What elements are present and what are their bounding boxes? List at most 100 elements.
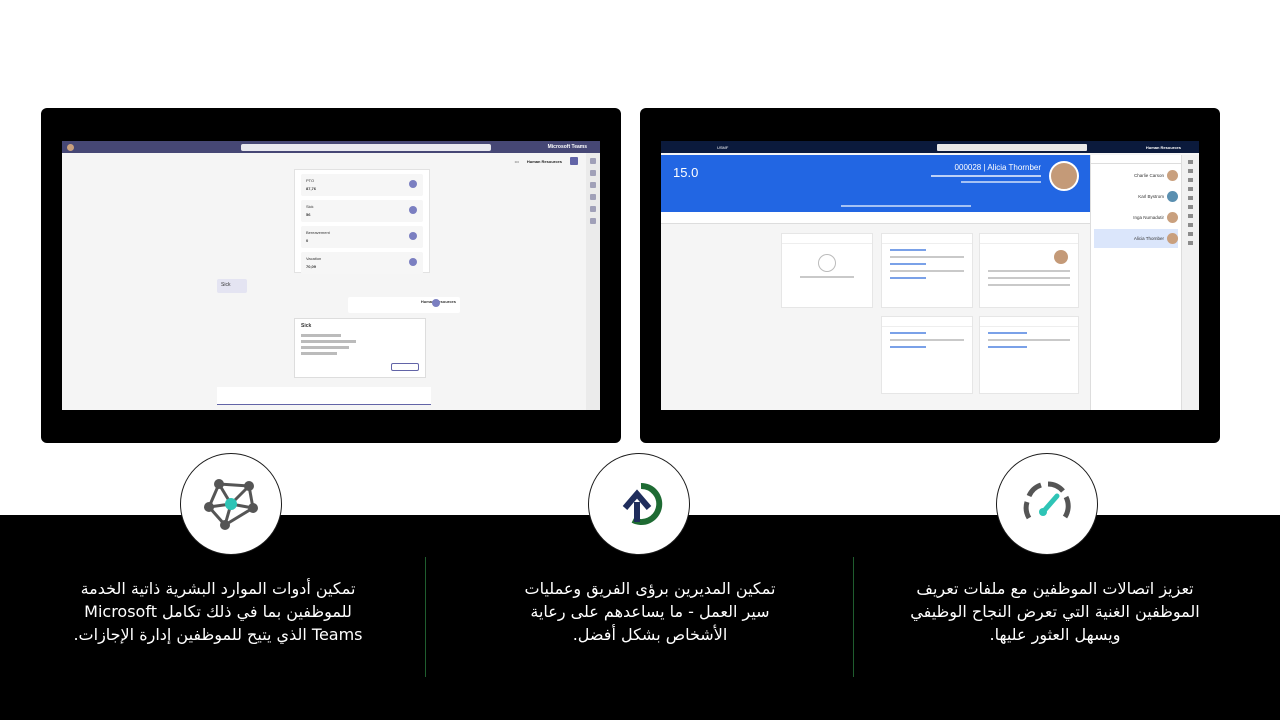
hr-profile-screenshot-frame: USMF Human Resources 15.0 000028 | Alici… xyxy=(640,108,1220,443)
certificates-card xyxy=(881,233,973,308)
profile-tabs[interactable] xyxy=(841,205,971,207)
card-line xyxy=(800,276,854,278)
card-line xyxy=(301,352,337,355)
card-line xyxy=(988,339,1070,341)
person-name: Charlie Carson xyxy=(1133,173,1164,178)
card-header xyxy=(980,317,1078,327)
tab-about[interactable]: ••• xyxy=(515,159,519,164)
compose-box[interactable] xyxy=(217,387,431,405)
card-link[interactable] xyxy=(988,346,1028,348)
list-item[interactable]: Inga Numadutir xyxy=(1094,208,1178,227)
command-bar[interactable] xyxy=(661,212,1091,224)
card-line xyxy=(890,256,964,258)
edit-icon[interactable] xyxy=(1188,178,1193,182)
teams-titlebar: Microsoft Teams xyxy=(62,141,600,153)
leave-type: Bereavement xyxy=(306,230,330,235)
speedometer-gauge-icon xyxy=(996,453,1098,555)
card-link[interactable] xyxy=(890,277,926,279)
menu-icon[interactable] xyxy=(1188,160,1193,164)
request-button[interactable] xyxy=(409,180,417,188)
calendar-icon[interactable] xyxy=(590,194,596,200)
calls-icon[interactable] xyxy=(590,206,596,212)
app-rail xyxy=(586,153,600,410)
avatar xyxy=(1167,233,1178,244)
speedometer-svg xyxy=(1023,481,1071,520)
card-line xyxy=(301,346,349,349)
list-icon[interactable] xyxy=(1188,214,1193,218)
leave-type: PTO xyxy=(306,178,315,183)
cycle-arrow-icon xyxy=(588,453,690,555)
person-name: Karl Bystrom xyxy=(1138,194,1164,199)
hr-app-icon xyxy=(570,157,578,165)
request-button[interactable] xyxy=(409,206,417,214)
person-name: Inga Numadutir xyxy=(1133,215,1164,220)
filter-icon[interactable] xyxy=(1188,223,1193,227)
avatar xyxy=(1167,212,1178,223)
search-input[interactable] xyxy=(937,143,1088,151)
emergency-contacts-card xyxy=(781,233,873,308)
company-label[interactable]: USMF xyxy=(717,145,728,150)
leave-value: 70,09 xyxy=(306,264,317,269)
request-leave-button[interactable] xyxy=(391,363,419,371)
teams-icon[interactable] xyxy=(590,182,596,188)
home-icon[interactable] xyxy=(1188,169,1193,173)
help-icon[interactable] xyxy=(1188,241,1193,245)
card-line xyxy=(301,340,356,343)
settings-icon[interactable] xyxy=(1188,205,1193,209)
attach-icon[interactable] xyxy=(1188,196,1193,200)
card-header xyxy=(882,317,972,327)
leave-balances-card: PTO 87,76 Sick 56 Bereavement 0 Vacation… xyxy=(294,169,430,274)
column-divider xyxy=(425,557,426,677)
leave-value: 56 xyxy=(306,212,311,217)
card-header xyxy=(782,234,872,244)
list-item: Vacation 70,09 xyxy=(301,252,423,274)
card-line xyxy=(988,270,1070,272)
leave-value: 0 xyxy=(306,238,309,243)
card-line xyxy=(890,270,964,272)
hr-app-title: Human Resources xyxy=(526,158,562,164)
card-line xyxy=(988,277,1070,279)
avatar xyxy=(1054,250,1068,264)
card-link[interactable] xyxy=(890,249,926,251)
card-link[interactable] xyxy=(890,346,926,348)
caption-self-service-hr: تمكين أدوات الموارد البشرية ذاتية الخدمة… xyxy=(73,579,363,644)
list-item[interactable]: Alicia Thornber xyxy=(1094,229,1178,248)
search-input[interactable] xyxy=(240,143,491,151)
card-header xyxy=(980,234,1078,244)
refresh-icon[interactable] xyxy=(1188,232,1193,236)
chat-icon[interactable] xyxy=(590,170,596,176)
employee-header: 15.0 000028 | Alicia Thornber xyxy=(661,155,1091,212)
card-link[interactable] xyxy=(988,332,1028,334)
bot-message: Human Resources xyxy=(348,297,460,313)
link-icon[interactable] xyxy=(1188,187,1193,191)
teams-screenshot-frame: Microsoft Teams ••• Human Resources PTO … xyxy=(41,108,621,443)
employee-name: Alicia Thornber xyxy=(987,163,1041,172)
request-button[interactable] xyxy=(409,258,417,266)
caption-manager-insights: تمكين المديرين برؤى الفريق وعمليات سير ا… xyxy=(524,579,776,644)
files-icon[interactable] xyxy=(590,218,596,224)
network-hub-icon xyxy=(180,453,282,555)
activity-icon[interactable] xyxy=(590,158,596,164)
cycle-arrow-svg xyxy=(622,482,663,525)
person-name: Alicia Thornber xyxy=(1133,236,1164,241)
employee-meta xyxy=(961,181,1041,183)
card-link[interactable] xyxy=(890,332,926,334)
card-link[interactable] xyxy=(890,263,926,265)
caption-employee-profiles: تعزيز اتصالات الموظفين مع ملفات تعريف ال… xyxy=(910,579,1200,644)
list-item: Sick 56 xyxy=(301,200,423,222)
list-item: Bereavement 0 xyxy=(301,226,423,248)
leave-type: Sick xyxy=(306,204,314,209)
card-title: Sick xyxy=(301,323,312,329)
personal-info-card xyxy=(979,233,1079,308)
slide: Microsoft Teams ••• Human Resources PTO … xyxy=(0,0,1280,720)
chat-text: Sick xyxy=(221,282,231,288)
list-item[interactable]: Charlie Carson xyxy=(1094,166,1178,185)
sick-leave-card: Sick xyxy=(294,318,426,378)
card-header xyxy=(882,234,972,244)
list-item: PTO 87,76 xyxy=(301,174,423,196)
bot-avatar xyxy=(432,299,440,307)
request-button[interactable] xyxy=(409,232,417,240)
search-input[interactable] xyxy=(1091,155,1181,164)
card-line xyxy=(890,339,964,341)
list-item[interactable]: Karl Bystrom xyxy=(1094,187,1178,206)
